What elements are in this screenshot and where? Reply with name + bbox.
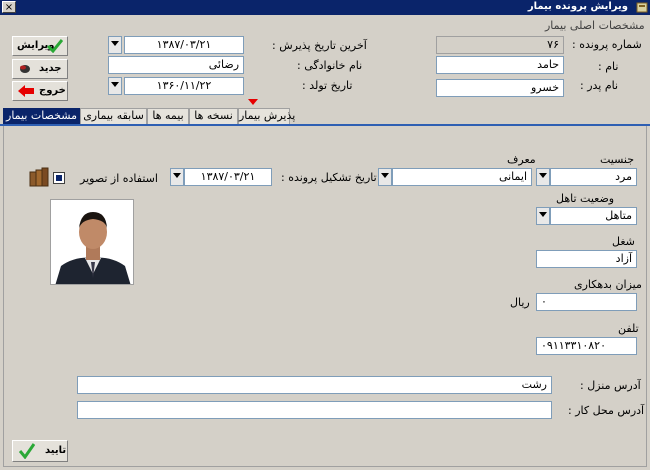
job-field[interactable]: آزاد xyxy=(536,250,637,268)
last-admission-field[interactable]: ۱۳۸۷/۰۳/۲۱ xyxy=(124,36,244,54)
job-label: شغل xyxy=(612,235,635,248)
title-bar: ویرایش پرونده بیمار × xyxy=(0,0,650,15)
dropdown-arrow-icon xyxy=(111,41,119,46)
debt-unit-label: ریال xyxy=(510,296,530,309)
tab-medical-history[interactable]: سابقه بیماری xyxy=(80,108,147,124)
dropdown-arrow-icon xyxy=(381,173,389,178)
referrer-dropdown-button[interactable] xyxy=(378,168,392,186)
window-title: ویرایش پرونده بیمار xyxy=(527,1,628,12)
dropdown-arrow-icon xyxy=(539,173,547,178)
birth-date-label: تاریخ تولد : xyxy=(302,79,353,92)
father-name-field[interactable]: خسرو xyxy=(436,79,564,97)
exit-button[interactable]: خروج xyxy=(12,81,68,101)
work-address-field[interactable] xyxy=(77,401,552,419)
case-number-label: شماره پرونده : xyxy=(572,38,642,51)
file-date-label: تاریخ تشکیل پرونده : xyxy=(281,171,377,184)
work-address-label: آدرس محل کار : xyxy=(568,404,645,417)
case-number-field: ۷۶ xyxy=(436,36,564,54)
exit-button-label: خروج xyxy=(39,85,66,96)
use-image-label: استفاده از تصویر xyxy=(80,172,158,185)
arrow-left-icon xyxy=(17,85,34,99)
gender-dropdown-button[interactable] xyxy=(536,168,550,186)
referrer-label: معرف xyxy=(507,153,536,166)
father-name-label: نام پدر : xyxy=(580,79,619,92)
marital-label: وضعیت تاهل xyxy=(556,192,615,205)
first-name-label: نام : xyxy=(598,60,619,73)
tab-admission[interactable]: پذیرش بیمار xyxy=(238,108,295,124)
books-icon[interactable] xyxy=(28,166,50,188)
birth-date-dropdown-button[interactable] xyxy=(108,77,122,95)
file-date-field[interactable]: ۱۳۸۷/۰۳/۲۱ xyxy=(184,168,272,186)
use-image-checkbox[interactable] xyxy=(53,172,65,184)
debt-label: میزان بدهکاری xyxy=(574,278,642,291)
file-date-dropdown-button[interactable] xyxy=(170,168,184,186)
birth-date-field[interactable]: ۱۳۶۰/۱۱/۲۲ xyxy=(124,77,244,95)
gender-select[interactable]: مرد xyxy=(550,168,637,186)
family-name-label: نام خانوادگی : xyxy=(297,59,363,72)
photo-icon xyxy=(51,200,133,284)
check-icon xyxy=(46,39,64,54)
group-title: مشخصات اصلی بیمار xyxy=(545,19,645,32)
gender-label: جنسیت xyxy=(600,153,635,166)
patient-photo xyxy=(50,199,134,285)
confirm-button-label: تایید xyxy=(45,445,67,456)
home-address-label: آدرس منزل : xyxy=(580,379,641,392)
dropdown-arrow-icon xyxy=(539,212,547,217)
referrer-select[interactable]: ایمانی xyxy=(392,168,532,186)
home-address-field[interactable]: رشت xyxy=(77,376,552,394)
dropdown-arrow-icon xyxy=(173,173,181,178)
check-icon xyxy=(18,443,36,460)
phone-label: تلفن xyxy=(618,322,639,335)
family-name-field[interactable]: رضائی xyxy=(108,56,244,74)
debt-field[interactable]: ۰ xyxy=(536,293,637,311)
phone-field[interactable]: ۰۹۱۱۳۳۱۰۸۲۰ xyxy=(536,337,637,355)
new-button-label: جدید xyxy=(39,63,62,74)
new-button[interactable]: جدید xyxy=(12,59,68,79)
tab-insurance[interactable]: بیمه ها xyxy=(147,108,189,124)
last-admission-dropdown-button[interactable] xyxy=(108,36,122,54)
dropdown-arrow-icon xyxy=(111,82,119,87)
app-icon xyxy=(636,2,648,13)
marital-select[interactable]: متاهل xyxy=(550,207,637,225)
tab-prescriptions[interactable]: نسخه ها xyxy=(189,108,238,124)
last-admission-label: آخرین تاریخ پذیرش : xyxy=(272,39,367,52)
close-button[interactable]: × xyxy=(2,1,16,13)
marital-dropdown-button[interactable] xyxy=(536,207,550,225)
collapse-arrow-icon[interactable] xyxy=(248,96,258,105)
tab-patient-details[interactable]: مشخصات بیمار xyxy=(3,108,80,124)
dot-icon xyxy=(18,63,34,77)
first-name-field[interactable]: حامد xyxy=(436,56,564,74)
edit-button[interactable]: ویرایش xyxy=(12,36,68,56)
confirm-button[interactable]: تایید xyxy=(12,440,68,462)
